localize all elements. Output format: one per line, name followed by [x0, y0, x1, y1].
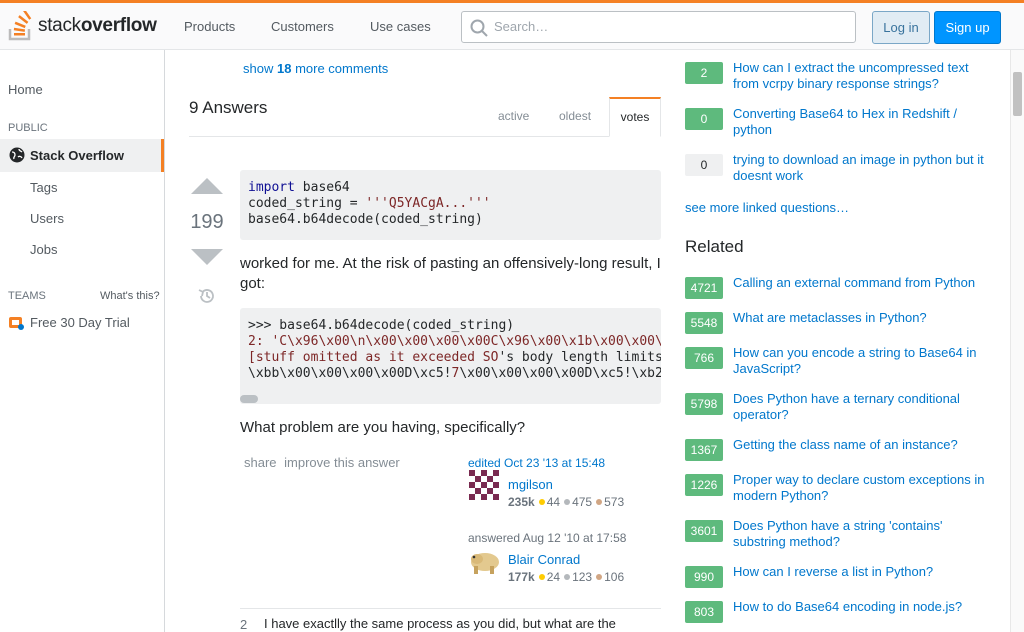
- sidebar-section-teams: TEAMS: [8, 290, 46, 302]
- related-question-link[interactable]: How to do Base64 encoding in node.js?: [733, 599, 985, 615]
- nav-use-cases[interactable]: Use cases: [370, 19, 431, 34]
- related-question-link[interactable]: How can I reverse a list in Python?: [733, 564, 985, 580]
- answer-count-badge: 5798: [685, 393, 723, 415]
- sidebar-section-public: PUBLIC: [8, 122, 48, 134]
- post-menu: share improve this answer: [244, 455, 404, 470]
- globe-icon: [9, 147, 25, 163]
- comment-score: 2: [240, 617, 248, 632]
- code-block-1: import base64 coded_string = '''Q5YACgA.…: [240, 170, 661, 240]
- briefcase-icon: [9, 317, 24, 330]
- avatar[interactable]: [468, 469, 500, 501]
- sidebar-item-stackoverflow[interactable]: Stack Overflow: [0, 139, 164, 172]
- answer-count-badge: 2: [685, 62, 723, 84]
- answer-count-badge: 803: [685, 601, 723, 623]
- stack-logo-icon: [8, 11, 32, 41]
- related-question-link[interactable]: Does Python have a ternary conditional o…: [733, 391, 985, 423]
- related-question-link[interactable]: Does Python have a string 'contains' sub…: [733, 518, 985, 550]
- answers-heading: 9 Answers: [189, 98, 268, 117]
- answer-count-badge: 0: [685, 154, 723, 176]
- answer-count-badge: 5548: [685, 312, 723, 334]
- answer-paragraph-1: worked for me. At the risk of pasting an…: [240, 255, 661, 292]
- user-reputation: 235k 44 475 573: [508, 495, 625, 509]
- sidebar-item-tags[interactable]: Tags: [30, 180, 57, 195]
- sidebar-item-users[interactable]: Users: [30, 211, 64, 226]
- edited-timestamp-link[interactable]: edited Oct 23 '13 at 15:48: [468, 456, 605, 470]
- top-bar: stackoverflow Products Customers Use cas…: [0, 0, 1024, 50]
- tabs-divider: [189, 136, 661, 137]
- related-question-link[interactable]: Proper way to declare custom exceptions …: [733, 472, 985, 504]
- linked-question-link[interactable]: How can I extract the uncompressed text …: [733, 60, 985, 92]
- improve-answer-link[interactable]: improve this answer: [284, 455, 400, 470]
- history-icon[interactable]: [198, 287, 216, 305]
- answer-count-badge: 4721: [685, 277, 723, 299]
- logo-text: stackoverflow: [38, 15, 157, 36]
- sidebar-item-home[interactable]: Home: [8, 82, 43, 97]
- edited-signature: edited Oct 23 '13 at 15:48 mgilson 235k 4…: [468, 456, 624, 509]
- related-question-link[interactable]: Calling an external command from Python: [733, 275, 985, 291]
- search-box[interactable]: [461, 11, 856, 43]
- comments-divider: [240, 608, 661, 609]
- scrollbar-thumb[interactable]: [1013, 72, 1022, 116]
- upvote-arrow-icon[interactable]: [191, 178, 223, 194]
- show-more-comments-link[interactable]: show 18 more comments: [243, 61, 388, 76]
- user-reputation: 177k 24 123 106: [508, 570, 625, 584]
- left-sidebar: Home PUBLIC Stack Overflow Tags Users Jo…: [0, 50, 165, 632]
- whats-this-link[interactable]: What's this?: [100, 290, 160, 302]
- sidebar-item-jobs[interactable]: Jobs: [30, 242, 57, 257]
- related-question-link[interactable]: How can you encode a string to Base64 in…: [733, 345, 985, 377]
- related-question-link[interactable]: Getting the class name of an instance?: [733, 437, 985, 453]
- related-heading: Related: [685, 237, 744, 256]
- sidebar-item-label: Stack Overflow: [30, 148, 124, 163]
- signup-button[interactable]: Sign up: [934, 11, 1001, 44]
- answered-signature: answered Aug 12 '10 at 17:58 Blair Conra…: [468, 531, 626, 584]
- answer-count-badge: 1226: [685, 474, 723, 496]
- user-link-mgilson[interactable]: mgilson: [508, 477, 553, 492]
- nav-products[interactable]: Products: [184, 19, 235, 34]
- answer-count-badge: 990: [685, 566, 723, 588]
- user-link-blair-conrad[interactable]: Blair Conrad: [508, 552, 580, 567]
- stackoverflow-logo[interactable]: stackoverflow: [8, 11, 157, 41]
- downvote-arrow-icon[interactable]: [191, 249, 223, 265]
- page-scrollbar[interactable]: [1010, 50, 1024, 632]
- login-button[interactable]: Log in: [872, 11, 930, 44]
- free-trial-link[interactable]: Free 30 Day Trial: [8, 314, 130, 330]
- answer-paragraph-2: What problem are you having, specificall…: [240, 419, 526, 436]
- linked-question-link[interactable]: trying to download an image in python bu…: [733, 152, 985, 184]
- answer-count-badge: 766: [685, 347, 723, 369]
- comment-text: I have exactlly the same process as you …: [264, 616, 616, 631]
- tab-oldest[interactable]: oldest: [559, 109, 591, 123]
- search-input[interactable]: [494, 19, 834, 34]
- search-icon: [470, 19, 488, 37]
- answer-count-badge: 1367: [685, 439, 723, 461]
- nav-customers[interactable]: Customers: [271, 19, 334, 34]
- free-trial-label: Free 30 Day Trial: [30, 314, 130, 330]
- code-block-2[interactable]: >>> base64.b64decode(coded_string) 2: 'C…: [240, 308, 661, 404]
- avatar[interactable]: [468, 544, 500, 576]
- code-scrollbar-thumb[interactable]: [240, 395, 258, 403]
- tab-active[interactable]: active: [498, 109, 529, 123]
- answered-timestamp-link[interactable]: answered Aug 12 '10 at 17:58: [468, 531, 626, 545]
- tab-votes[interactable]: votes: [609, 97, 661, 137]
- vote-count: 199: [190, 211, 224, 233]
- related-question-link[interactable]: What are metaclasses in Python?: [733, 310, 985, 326]
- answer-count-badge: 3601: [685, 520, 723, 542]
- answer-count-badge: 0: [685, 108, 723, 130]
- see-more-linked-link[interactable]: see more linked questions…: [685, 200, 849, 215]
- linked-question-link[interactable]: Converting Base64 to Hex in Redshift / p…: [733, 106, 985, 138]
- share-link[interactable]: share: [244, 455, 277, 470]
